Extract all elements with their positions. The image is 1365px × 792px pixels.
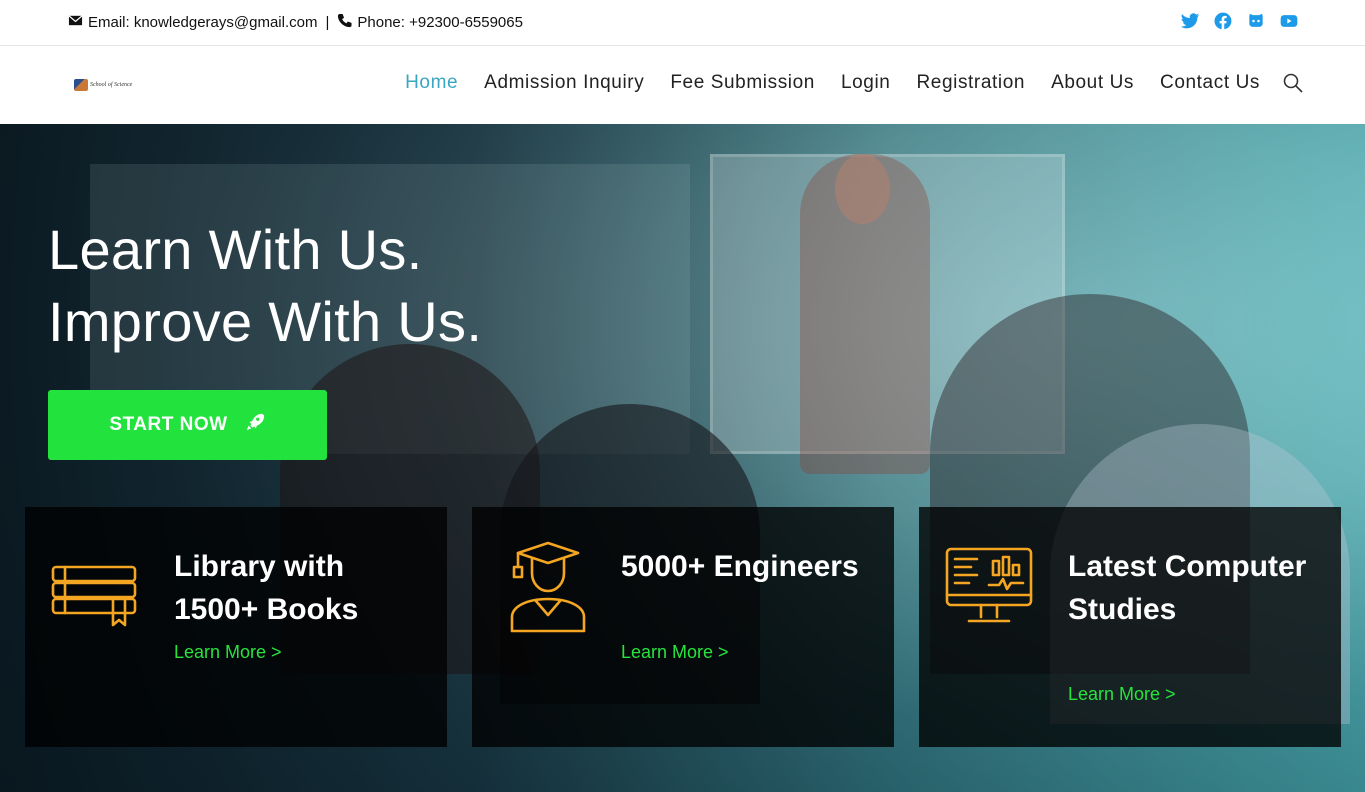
github-icon[interactable] — [1246, 11, 1266, 31]
youtube-icon[interactable] — [1279, 11, 1299, 31]
logo-mark — [74, 79, 88, 91]
nav-item-contact-us[interactable]: Contact Us — [1160, 72, 1260, 94]
nav-item-home[interactable]: Home — [405, 72, 458, 94]
social-links — [1180, 11, 1299, 31]
hero-headline: Learn With Us. Improve With Us. — [48, 214, 482, 358]
email-link[interactable]: Email: knowledgerays@gmail.com — [88, 14, 317, 31]
main-navbar: School of Science Home Admission Inquiry… — [0, 47, 1365, 124]
learn-more-link[interactable]: Learn More > — [621, 642, 729, 663]
hero-section: Learn With Us. Improve With Us. START NO… — [0, 124, 1365, 792]
learn-more-link[interactable]: Learn More > — [1068, 684, 1176, 705]
nav-item-fee-submission[interactable]: Fee Submission — [670, 72, 815, 94]
graduate-icon — [502, 541, 594, 633]
hero-headline-line2: Improve With Us. — [48, 290, 483, 353]
feature-card-title: Library with 1500+ Books — [174, 550, 359, 626]
feature-card-computer: Latest Computer Studies Learn More > — [919, 507, 1341, 747]
contact-info: Email: knowledgerays@gmail.com | Phone: … — [68, 13, 523, 32]
hero-headline-line1: Learn With Us. — [48, 218, 423, 281]
rocket-icon — [244, 411, 266, 439]
phone-icon — [337, 13, 352, 32]
twitter-icon[interactable] — [1180, 11, 1200, 31]
top-bar: Email: knowledgerays@gmail.com | Phone: … — [0, 0, 1365, 46]
books-icon — [49, 543, 141, 635]
learn-more-link[interactable]: Learn More > — [174, 642, 282, 663]
nav-item-login[interactable]: Login — [841, 72, 891, 94]
search-icon[interactable] — [1283, 73, 1305, 95]
separator: | — [325, 14, 330, 31]
facebook-icon[interactable] — [1213, 11, 1233, 31]
background-photo-teacher-head — [835, 154, 890, 224]
start-now-button[interactable]: START NOW — [48, 390, 327, 460]
envelope-icon — [68, 13, 83, 32]
nav-menu: Home Admission Inquiry Fee Submission Lo… — [379, 72, 1260, 94]
feature-card-title: 5000+ Engineers — [621, 550, 859, 583]
nav-item-registration[interactable]: Registration — [916, 72, 1025, 94]
feature-card-library: Library with 1500+ Books Learn More > — [25, 507, 447, 747]
feature-card-title: Latest Computer Studies — [1068, 550, 1307, 626]
site-logo[interactable]: School of Science — [74, 79, 132, 91]
logo-text: School of Science — [90, 82, 133, 88]
phone-link[interactable]: Phone: +92300-6559065 — [357, 14, 523, 31]
nav-item-about-us[interactable]: About Us — [1051, 72, 1134, 94]
nav-item-admission-inquiry[interactable]: Admission Inquiry — [484, 72, 644, 94]
start-now-label: START NOW — [109, 414, 228, 435]
feature-card-engineers: 5000+ Engineers Learn More > — [472, 507, 894, 747]
computer-analytics-icon — [943, 543, 1035, 635]
